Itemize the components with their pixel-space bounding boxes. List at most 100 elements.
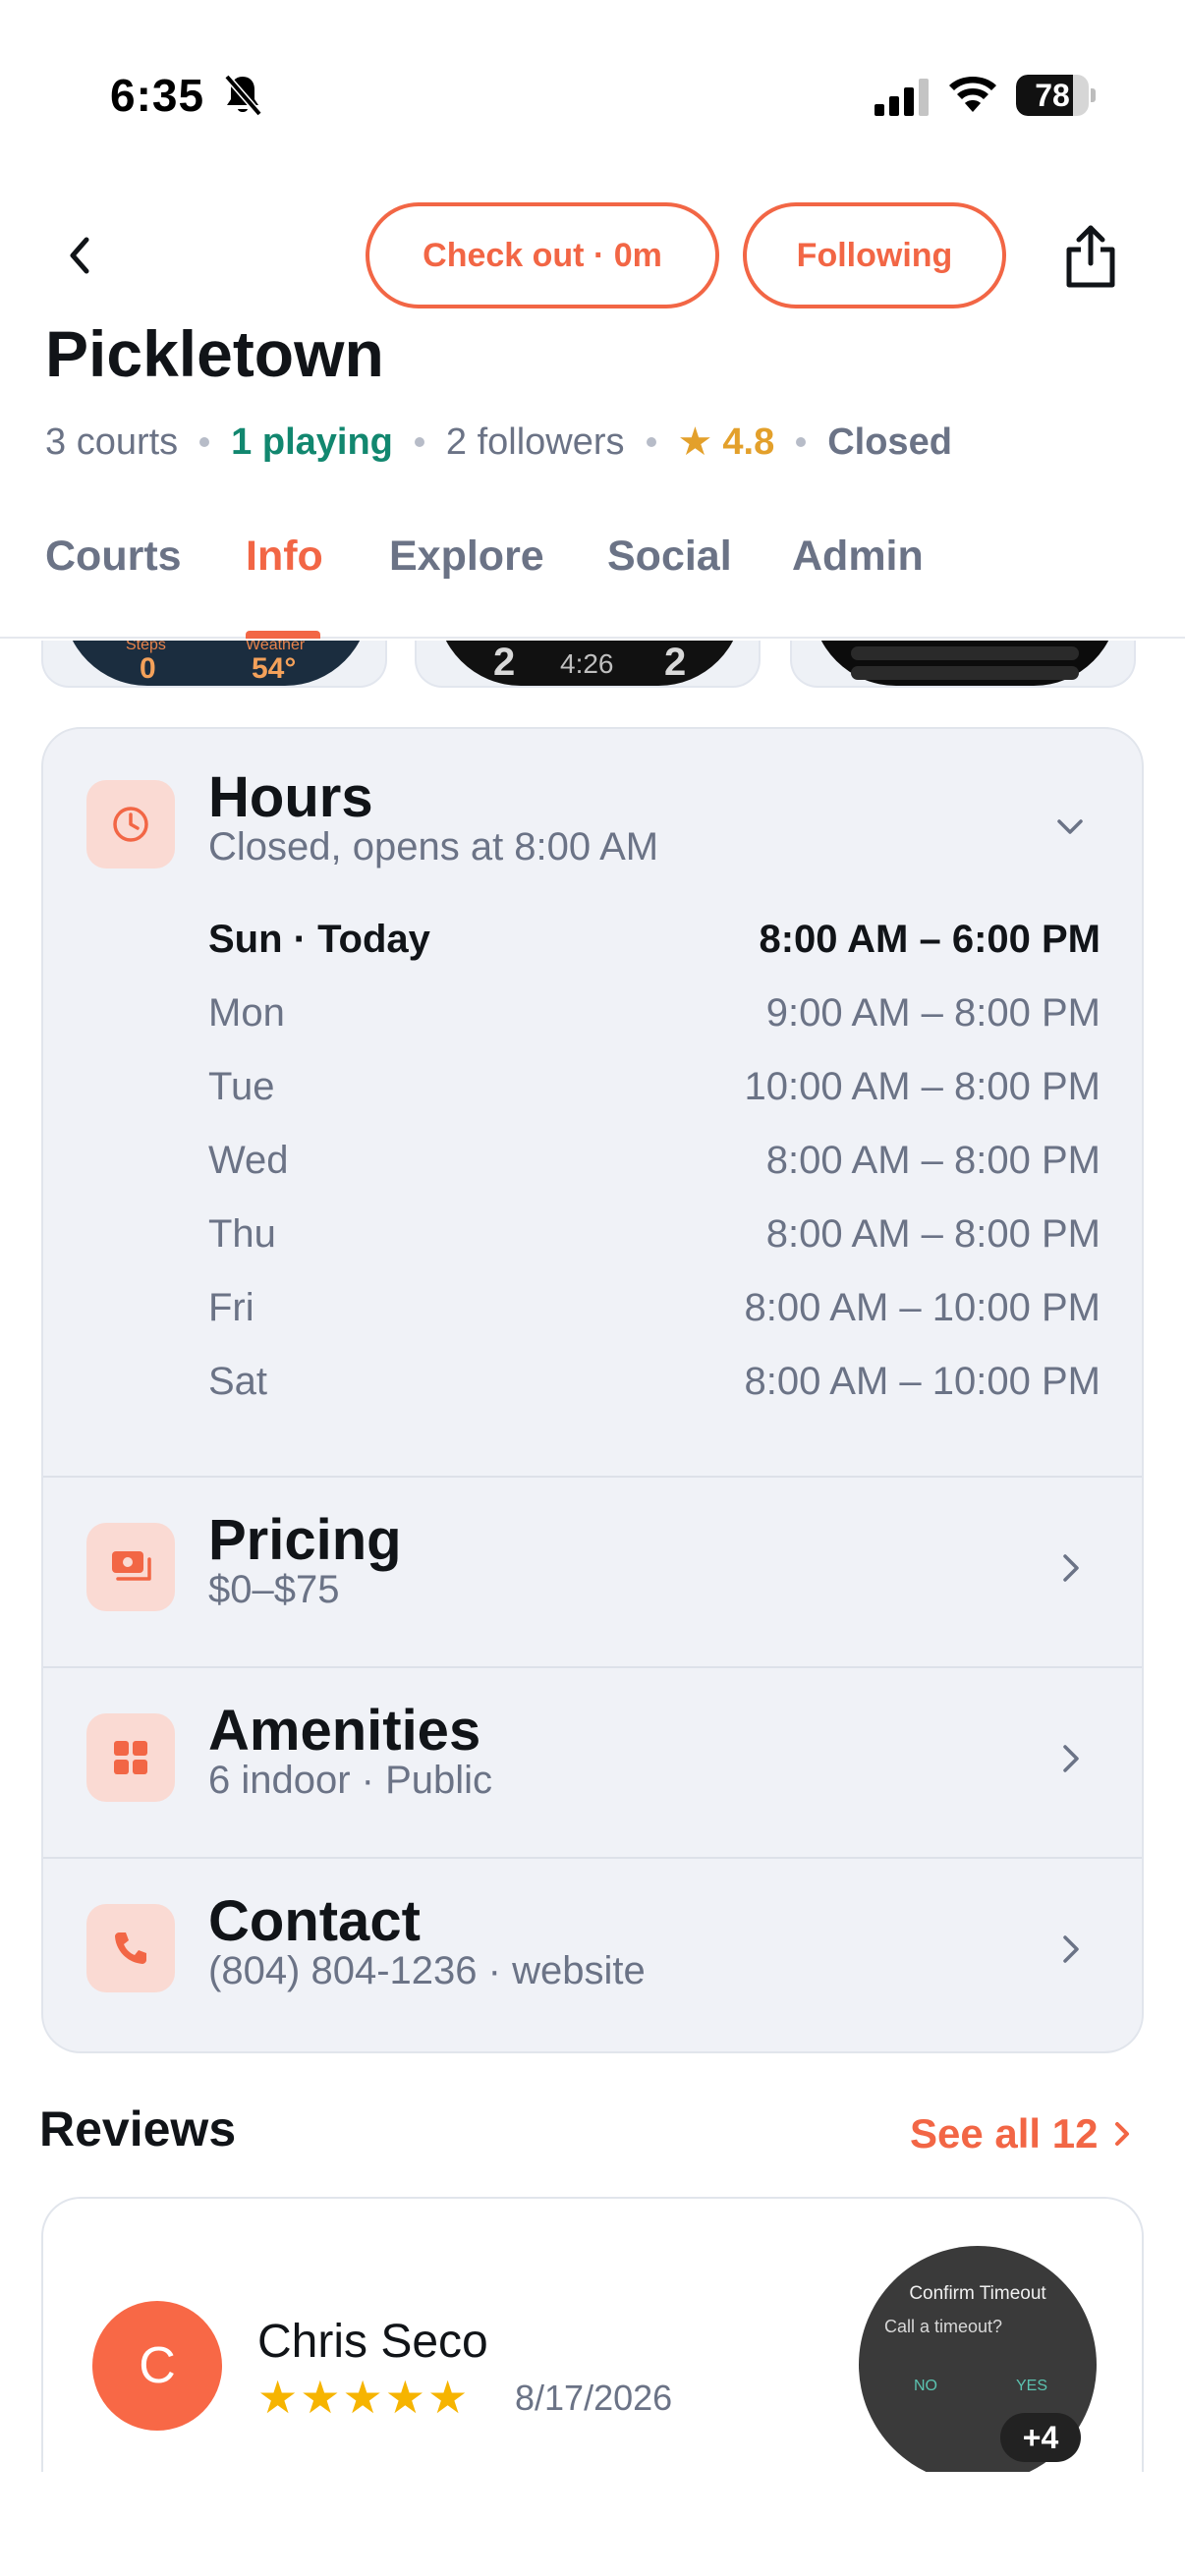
watch-clock: 4:26 bbox=[560, 648, 614, 679]
divider bbox=[43, 1666, 1142, 1668]
following-button[interactable]: Following bbox=[743, 202, 1006, 308]
chevron-left-icon[interactable] bbox=[61, 232, 100, 279]
bottom-fade bbox=[0, 2472, 1185, 2576]
star-icon: ★ bbox=[677, 420, 713, 464]
share-icon[interactable] bbox=[1061, 222, 1120, 291]
bell-slash-icon bbox=[224, 74, 262, 117]
separator-dot bbox=[199, 437, 210, 447]
hours-time: 10:00 AM – 8:00 PM bbox=[744, 1065, 1100, 1108]
hours-row: Sun · Today 8:00 AM – 6:00 PM bbox=[208, 918, 1100, 991]
venue-meta: 3 courts 1 playing 2 followers ★ 4.8 Clo… bbox=[45, 417, 952, 468]
separator-dot bbox=[796, 437, 807, 447]
watch-face-card[interactable]: 2 4:26 2 bbox=[415, 641, 761, 688]
separator-dot bbox=[414, 437, 424, 447]
hours-row: Tue 10:00 AM – 8:00 PM bbox=[208, 1065, 1100, 1139]
chevron-right-icon bbox=[1063, 1745, 1079, 1772]
hours-time: 8:00 AM – 10:00 PM bbox=[744, 1286, 1100, 1329]
hours-day: Mon bbox=[208, 991, 285, 1035]
cash-icon bbox=[86, 1523, 175, 1611]
review-stars: ★ ★ ★ ★ ★ bbox=[257, 2372, 470, 2423]
hours-row: Thu 8:00 AM – 8:00 PM bbox=[208, 1212, 1100, 1286]
venue-title: Pickletown bbox=[45, 317, 384, 390]
see-all-reviews-link[interactable]: See all 12 bbox=[910, 2104, 1133, 2163]
info-card: Hours Closed, opens at 8:00 AM Sun · Tod… bbox=[41, 727, 1144, 2053]
battery-percent: 78 bbox=[1035, 78, 1070, 113]
hours-time: 8:00 AM – 8:00 PM bbox=[765, 1139, 1100, 1182]
pricing-title: Pricing bbox=[208, 1508, 402, 1572]
hours-row: Mon 9:00 AM – 8:00 PM bbox=[208, 991, 1100, 1065]
contact-subtitle: (804) 804-1236 · website bbox=[208, 1949, 646, 1992]
see-all-label: See all 12 bbox=[910, 2110, 1099, 2156]
watch-face-preview: 2 4:26 2 bbox=[436, 641, 743, 686]
courts-count: 3 courts bbox=[45, 420, 179, 463]
photo-title: Confirm Timeout bbox=[909, 2283, 1046, 2304]
tab-info[interactable]: Info bbox=[246, 532, 323, 581]
contact-title: Contact bbox=[208, 1889, 421, 1953]
cellular-signal-icon bbox=[875, 79, 929, 116]
chevron-down-icon[interactable] bbox=[1055, 808, 1085, 847]
venue-tabs: Courts Info Explore Social Admin bbox=[0, 519, 1185, 639]
hours-day: Wed bbox=[208, 1139, 289, 1182]
star-icon: ★ bbox=[427, 2372, 469, 2423]
tab-social[interactable]: Social bbox=[607, 532, 732, 581]
star-icon: ★ bbox=[300, 2372, 341, 2423]
battery-indicator: 78 bbox=[1016, 75, 1096, 116]
hours-time: 9:00 AM – 8:00 PM bbox=[765, 991, 1100, 1035]
photo-no: NO bbox=[914, 2378, 937, 2394]
hours-list: Sun · Today 8:00 AM – 6:00 PM Mon 9:00 A… bbox=[208, 918, 1100, 1433]
star-icon: ★ bbox=[257, 2372, 299, 2423]
open-status: Closed bbox=[827, 420, 952, 463]
score-right: 2 bbox=[664, 641, 687, 684]
playing-count[interactable]: 1 playing bbox=[231, 421, 393, 464]
tab-explore[interactable]: Explore bbox=[389, 532, 544, 581]
pricing-subtitle: $0–$75 bbox=[208, 1568, 340, 1611]
weather-value: 54° bbox=[252, 652, 297, 685]
score-left: 2 bbox=[493, 641, 516, 684]
chevron-right-icon bbox=[1063, 1554, 1079, 1582]
phone-icon bbox=[86, 1904, 175, 1992]
hours-day: Sun · Today bbox=[208, 918, 430, 961]
steps-value: 0 bbox=[140, 652, 156, 685]
separator-dot bbox=[646, 437, 656, 447]
hours-time: 8:00 AM – 10:00 PM bbox=[744, 1360, 1100, 1403]
hours-time: 8:00 AM – 6:00 PM bbox=[759, 918, 1100, 961]
active-tab-indicator bbox=[246, 631, 320, 639]
status-time: 6:35 bbox=[110, 70, 205, 121]
hours-day: Fri bbox=[208, 1286, 254, 1329]
hours-time: 8:00 AM – 8:00 PM bbox=[765, 1212, 1100, 1256]
hours-day: Tue bbox=[208, 1065, 275, 1108]
hours-row: Wed 8:00 AM – 8:00 PM bbox=[208, 1139, 1100, 1212]
review-card[interactable]: C Chris Seco ★ ★ ★ ★ ★ 8/17/2026 Confirm… bbox=[41, 2197, 1144, 2472]
chevron-right-icon bbox=[1063, 1935, 1079, 1963]
venue-rating[interactable]: ★ 4.8 bbox=[678, 420, 775, 465]
watch-face-card[interactable]: Steps 0 Weather 54° bbox=[41, 641, 387, 688]
star-icon: ★ bbox=[342, 2372, 383, 2423]
reviews-title: Reviews bbox=[39, 2101, 237, 2156]
wifi-icon bbox=[949, 77, 996, 112]
hours-title: Hours bbox=[208, 765, 373, 829]
watch-face-carousel[interactable]: Steps 0 Weather 54° 2 4:26 2 bbox=[0, 641, 1185, 688]
check-out-button[interactable]: Check out · 0m bbox=[366, 202, 719, 308]
divider bbox=[43, 1476, 1142, 1478]
grid-icon bbox=[86, 1713, 175, 1802]
amenities-subtitle: 6 indoor · Public bbox=[208, 1759, 493, 1802]
followers-count[interactable]: 2 followers bbox=[446, 421, 625, 464]
star-icon: ★ bbox=[384, 2372, 425, 2423]
watch-face-preview: Steps 0 Weather 54° bbox=[63, 641, 369, 686]
watch-face-card[interactable] bbox=[790, 641, 1136, 688]
tab-courts[interactable]: Courts bbox=[45, 532, 182, 581]
amenities-title: Amenities bbox=[208, 1699, 481, 1763]
tab-admin[interactable]: Admin bbox=[792, 532, 924, 581]
clock-icon bbox=[86, 780, 175, 868]
reviewer-name: Chris Seco bbox=[257, 2316, 488, 2368]
more-photos-badge[interactable]: +4 bbox=[1000, 2413, 1081, 2462]
photo-question: Call a timeout? bbox=[884, 2317, 1003, 2336]
avatar: C bbox=[92, 2301, 222, 2431]
hours-row: Sat 8:00 AM – 10:00 PM bbox=[208, 1360, 1100, 1433]
hours-row: Fri 8:00 AM – 10:00 PM bbox=[208, 1286, 1100, 1360]
divider bbox=[43, 1857, 1142, 1859]
photo-yes: YES bbox=[1016, 2378, 1048, 2394]
rating-value: 4.8 bbox=[722, 420, 775, 463]
hours-subtitle: Closed, opens at 8:00 AM bbox=[208, 825, 659, 868]
hours-day: Sat bbox=[208, 1360, 268, 1403]
